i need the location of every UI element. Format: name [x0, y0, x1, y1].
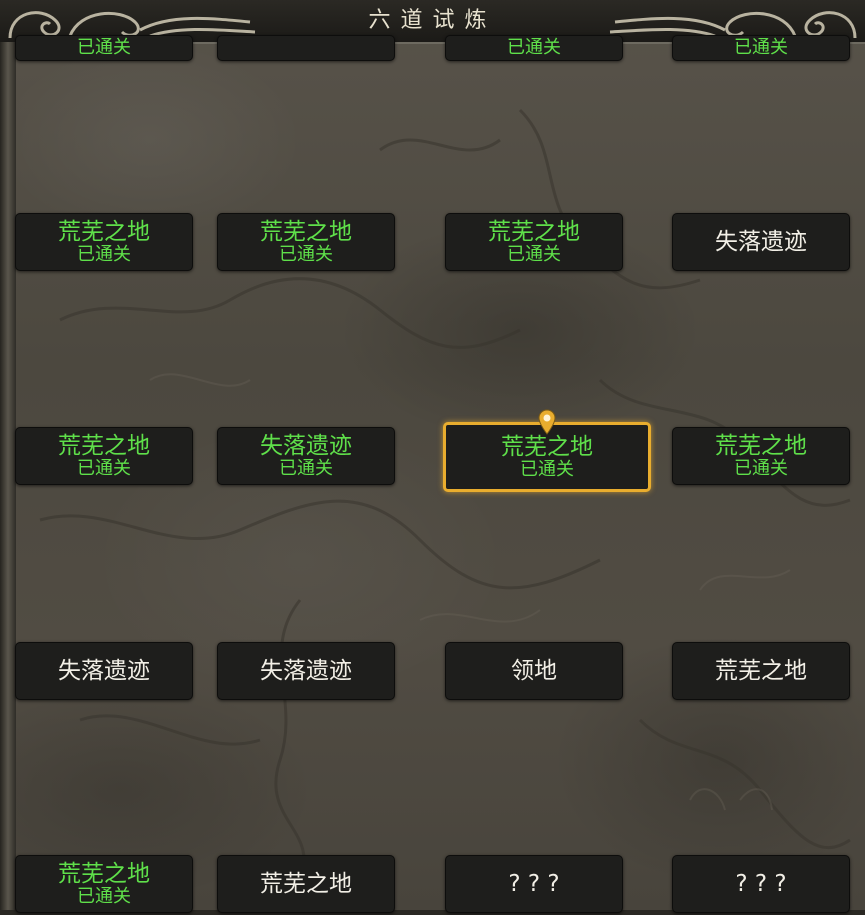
stage-tile[interactable]: 失落遗迹: [672, 213, 850, 271]
stage-status: 已通关: [734, 37, 788, 58]
stage-tile[interactable]: 失落遗迹: [217, 642, 395, 700]
stage-status: 已通关: [507, 244, 561, 265]
location-pin-icon: [538, 409, 556, 435]
stage-name: 荒芜之地: [260, 871, 352, 897]
frame-left-border: [0, 42, 16, 915]
stage-tile[interactable]: 失落遗迹 已通关: [217, 427, 395, 485]
stage-name: ? ? ?: [508, 871, 560, 897]
stage-name: 荒芜之地: [260, 219, 352, 245]
stage-tile[interactable]: 领地: [445, 642, 623, 700]
stage-name: 失落遗迹: [715, 229, 807, 255]
stage-tile[interactable]: 荒芜之地 已通关: [445, 213, 623, 271]
stage-tile[interactable]: 荒芜之地 已通关: [672, 427, 850, 485]
stage-tile[interactable]: [217, 35, 395, 61]
locked-stage-tile[interactable]: ? ? ?: [672, 855, 850, 913]
stage-name: 失落遗迹: [260, 433, 352, 459]
stage-tile[interactable]: 荒芜之地 已通关: [15, 855, 193, 913]
stage-status: 已通关: [520, 459, 574, 480]
stage-status: 已通关: [279, 458, 333, 479]
stage-tile[interactable]: 已通关: [672, 35, 850, 61]
stage-status: 已通关: [734, 458, 788, 479]
stage-name: 荒芜之地: [58, 219, 150, 245]
stage-name: 荒芜之地: [715, 658, 807, 684]
locked-stage-tile[interactable]: ? ? ?: [445, 855, 623, 913]
stage-tile[interactable]: 荒芜之地: [217, 855, 395, 913]
stage-name: ? ? ?: [735, 871, 787, 897]
stage-name: 荒芜之地: [58, 861, 150, 887]
trial-map: 六道试炼 已通关 已通关 已通关 荒芜之地 已通关 荒芜之地 已通关 荒芜之地 …: [0, 0, 865, 915]
stage-status: 已通关: [77, 458, 131, 479]
stage-name: 失落遗迹: [260, 658, 352, 684]
stage-name: 荒芜之地: [715, 433, 807, 459]
stage-name: 荒芜之地: [488, 219, 580, 245]
stage-status: 已通关: [279, 244, 333, 265]
stage-tile[interactable]: 已通关: [15, 35, 193, 61]
stage-tile[interactable]: 荒芜之地: [672, 642, 850, 700]
stage-tile[interactable]: 荒芜之地 已通关: [15, 213, 193, 271]
stage-name: 荒芜之地: [501, 434, 593, 460]
stage-name: 荒芜之地: [58, 433, 150, 459]
stage-name: 失落遗迹: [58, 658, 150, 684]
stage-tile[interactable]: 荒芜之地 已通关: [217, 213, 395, 271]
stage-tile[interactable]: 荒芜之地 已通关: [15, 427, 193, 485]
stage-status: 已通关: [77, 37, 131, 58]
stage-status: 已通关: [507, 37, 561, 58]
stage-name: 领地: [511, 658, 557, 684]
stage-tile[interactable]: 已通关: [445, 35, 623, 61]
stage-status: 已通关: [77, 244, 131, 265]
stage-tile[interactable]: 失落遗迹: [15, 642, 193, 700]
stage-status: 已通关: [77, 886, 131, 907]
